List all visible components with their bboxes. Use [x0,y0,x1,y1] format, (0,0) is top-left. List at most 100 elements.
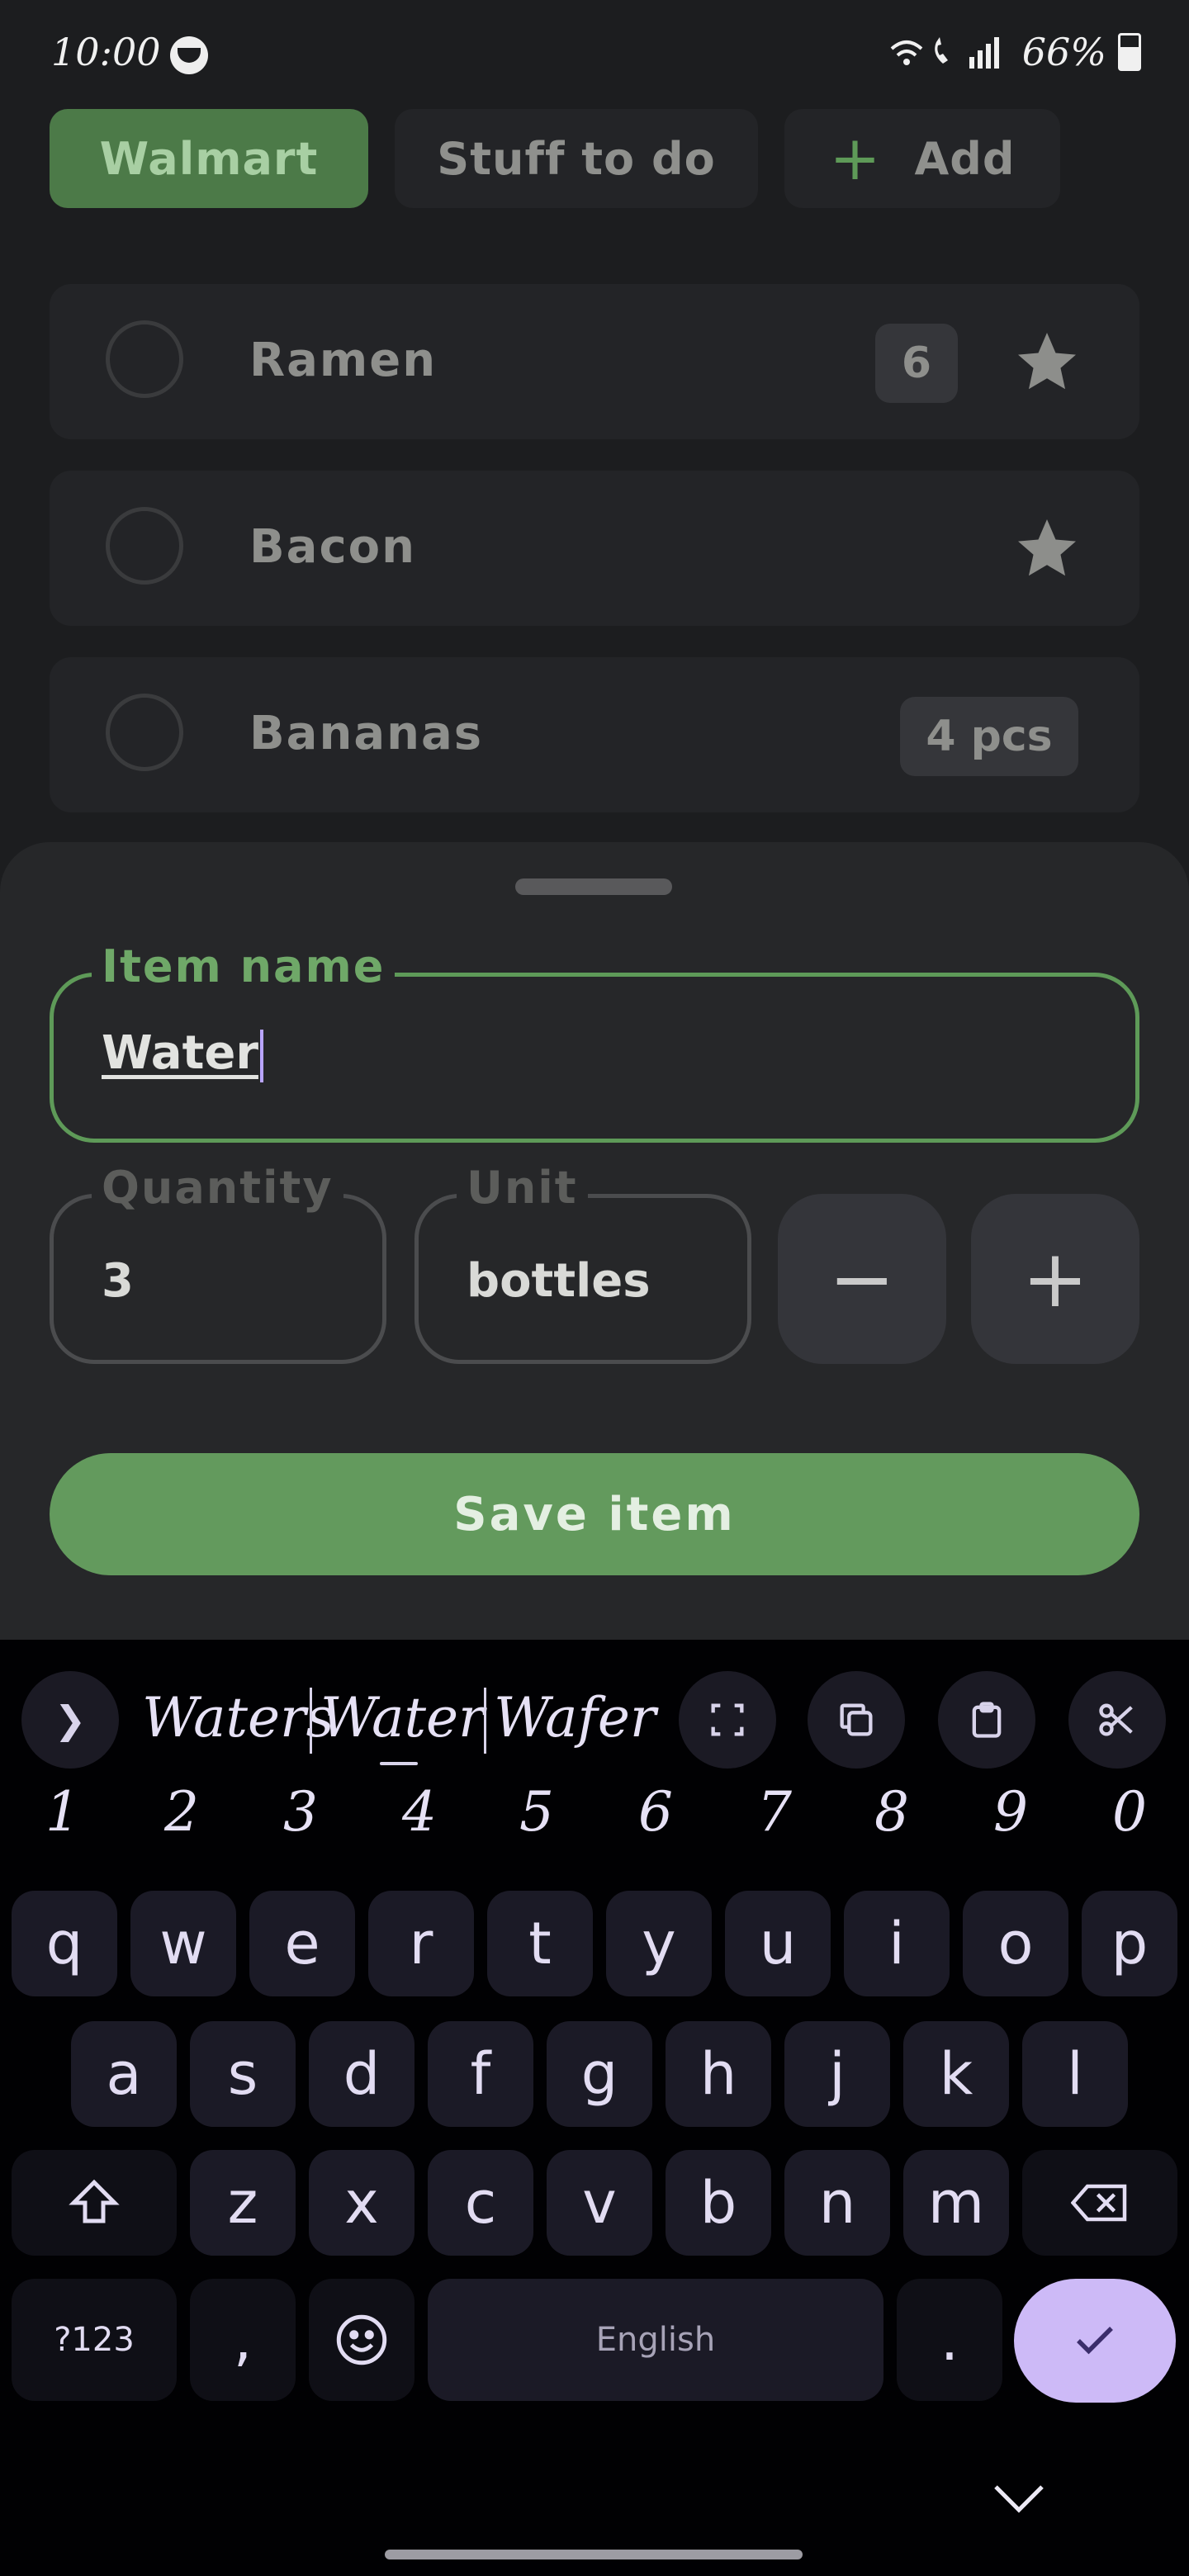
letter-key[interactable]: o [963,1891,1068,1996]
decrement-button[interactable]: − [778,1194,946,1364]
status-icons: 66% [887,30,1141,74]
period-key[interactable]: . [897,2279,1002,2401]
list-tabs: Walmart Stuff to do + Add [50,109,1060,208]
unit-field[interactable]: Unit bottles [414,1162,751,1364]
copy-icon[interactable] [808,1671,905,1769]
signal-icons [887,32,1011,72]
item-name: Bananas [249,707,484,760]
letter-key[interactable]: y [606,1891,712,1996]
list-item[interactable]: Bacon [50,471,1139,626]
number-key[interactable]: 1 [38,1780,88,1844]
number-key[interactable]: 8 [867,1780,917,1844]
number-key[interactable]: 5 [512,1780,561,1844]
letter-key[interactable]: j [784,2021,890,2127]
list-item[interactable]: Ramen 6 [50,284,1139,439]
number-row: 1 2 3 4 5 6 7 8 9 0 [0,1780,1189,1846]
space-bar[interactable]: English [428,2279,883,2401]
quantity-field[interactable]: Quantity 3 [50,1162,386,1364]
letter-key[interactable]: z [190,2150,296,2256]
shift-key[interactable] [12,2150,177,2256]
letter-key[interactable]: b [666,2150,771,2256]
list-item[interactable]: Bananas 4 pcs [50,657,1139,812]
number-key[interactable]: 4 [395,1780,444,1844]
quantity-badge: 4 pcs [900,697,1078,776]
letter-key[interactable]: r [368,1891,474,1996]
number-key[interactable]: 2 [157,1780,206,1844]
letter-key[interactable]: n [784,2150,890,2256]
letter-key[interactable]: c [428,2150,533,2256]
comma-key[interactable]: , [190,2279,296,2401]
minus-icon: − [828,1233,896,1325]
letter-key[interactable]: m [903,2150,1009,2256]
tab-label: Stuff to do [437,132,716,185]
keyboard-toolbar: ❯ Waters Water Wafer [0,1651,1189,1769]
hide-keyboard-icon[interactable] [992,2482,1045,2515]
item-name-value: Water [102,1026,258,1080]
expand-toolbar-icon[interactable]: ❯ [21,1671,119,1769]
suggestion[interactable]: Wafer [494,1686,656,1750]
letter-key[interactable]: u [725,1891,831,1996]
check-icon [1077,2327,1113,2355]
item-name-field[interactable]: Item name Water [50,940,1139,1143]
suggestion-divider [484,1688,486,1754]
emoji-icon [336,2314,387,2365]
number-key[interactable]: 3 [276,1780,325,1844]
suggestion-indicator [380,1762,418,1765]
tab-stuff-to-do[interactable]: Stuff to do [395,109,758,208]
symbols-key[interactable]: ?123 [12,2279,177,2401]
tab-label: Walmart [99,132,319,185]
unit-label: Unit [457,1162,588,1214]
letter-key[interactable]: q [12,1891,117,1996]
plus-icon: + [829,123,882,194]
add-item-sheet: Item name Water Quantity 3 Unit bottles … [0,842,1189,1640]
star-icon[interactable] [1012,514,1082,583]
letter-key[interactable]: t [487,1891,593,1996]
add-list-button[interactable]: + Add [784,109,1060,208]
done-button[interactable] [1014,2279,1176,2403]
shift-icon [69,2179,120,2223]
suggestion[interactable]: Waters [142,1686,334,1750]
text-cursor [259,1029,263,1082]
battery-percent: 66% [1021,30,1106,74]
unit-value: bottles [467,1254,651,1308]
backspace-key[interactable] [1022,2150,1177,2256]
letter-key[interactable]: h [666,2021,771,2127]
letter-key[interactable]: e [249,1891,355,1996]
letter-key[interactable]: l [1022,2021,1128,2127]
letter-key[interactable]: d [309,2021,414,2127]
save-item-button[interactable]: Save item [50,1453,1139,1575]
letter-key[interactable]: f [428,2021,533,2127]
emoji-key[interactable] [309,2279,414,2401]
gesture-nav-bar[interactable] [385,2550,803,2559]
letter-key[interactable]: k [903,2021,1009,2127]
number-key[interactable]: 6 [631,1780,680,1844]
drag-handle[interactable] [515,878,672,895]
add-label: Add [914,132,1016,185]
clipboard-icon[interactable] [938,1671,1035,1769]
letter-key[interactable]: w [130,1891,236,1996]
checkbox-circle[interactable] [106,507,183,585]
letter-key[interactable]: s [190,2021,296,2127]
cut-icon[interactable] [1068,1671,1166,1769]
number-key[interactable]: 7 [750,1780,799,1844]
select-all-icon[interactable] [679,1671,776,1769]
letter-key[interactable]: a [71,2021,177,2127]
battery-icon [1118,33,1141,71]
letter-key[interactable]: p [1082,1891,1177,1996]
letter-key[interactable]: x [309,2150,414,2256]
quantity-value: 3 [102,1254,134,1308]
tab-walmart[interactable]: Walmart [50,109,368,208]
letter-key[interactable]: v [547,2150,652,2256]
checkbox-circle[interactable] [106,694,183,771]
suggestion[interactable]: Water [320,1686,485,1750]
star-icon[interactable] [1012,327,1082,396]
increment-button[interactable]: + [971,1194,1139,1364]
status-bar: 10:00 66% [0,0,1189,107]
checkbox-circle[interactable] [106,320,183,398]
number-key[interactable]: 0 [1105,1780,1154,1844]
letter-key[interactable]: i [844,1891,950,1996]
number-key[interactable]: 9 [986,1780,1035,1844]
notification-icon [170,36,208,74]
status-time: 10:00 [51,30,161,74]
letter-key[interactable]: g [547,2021,652,2127]
